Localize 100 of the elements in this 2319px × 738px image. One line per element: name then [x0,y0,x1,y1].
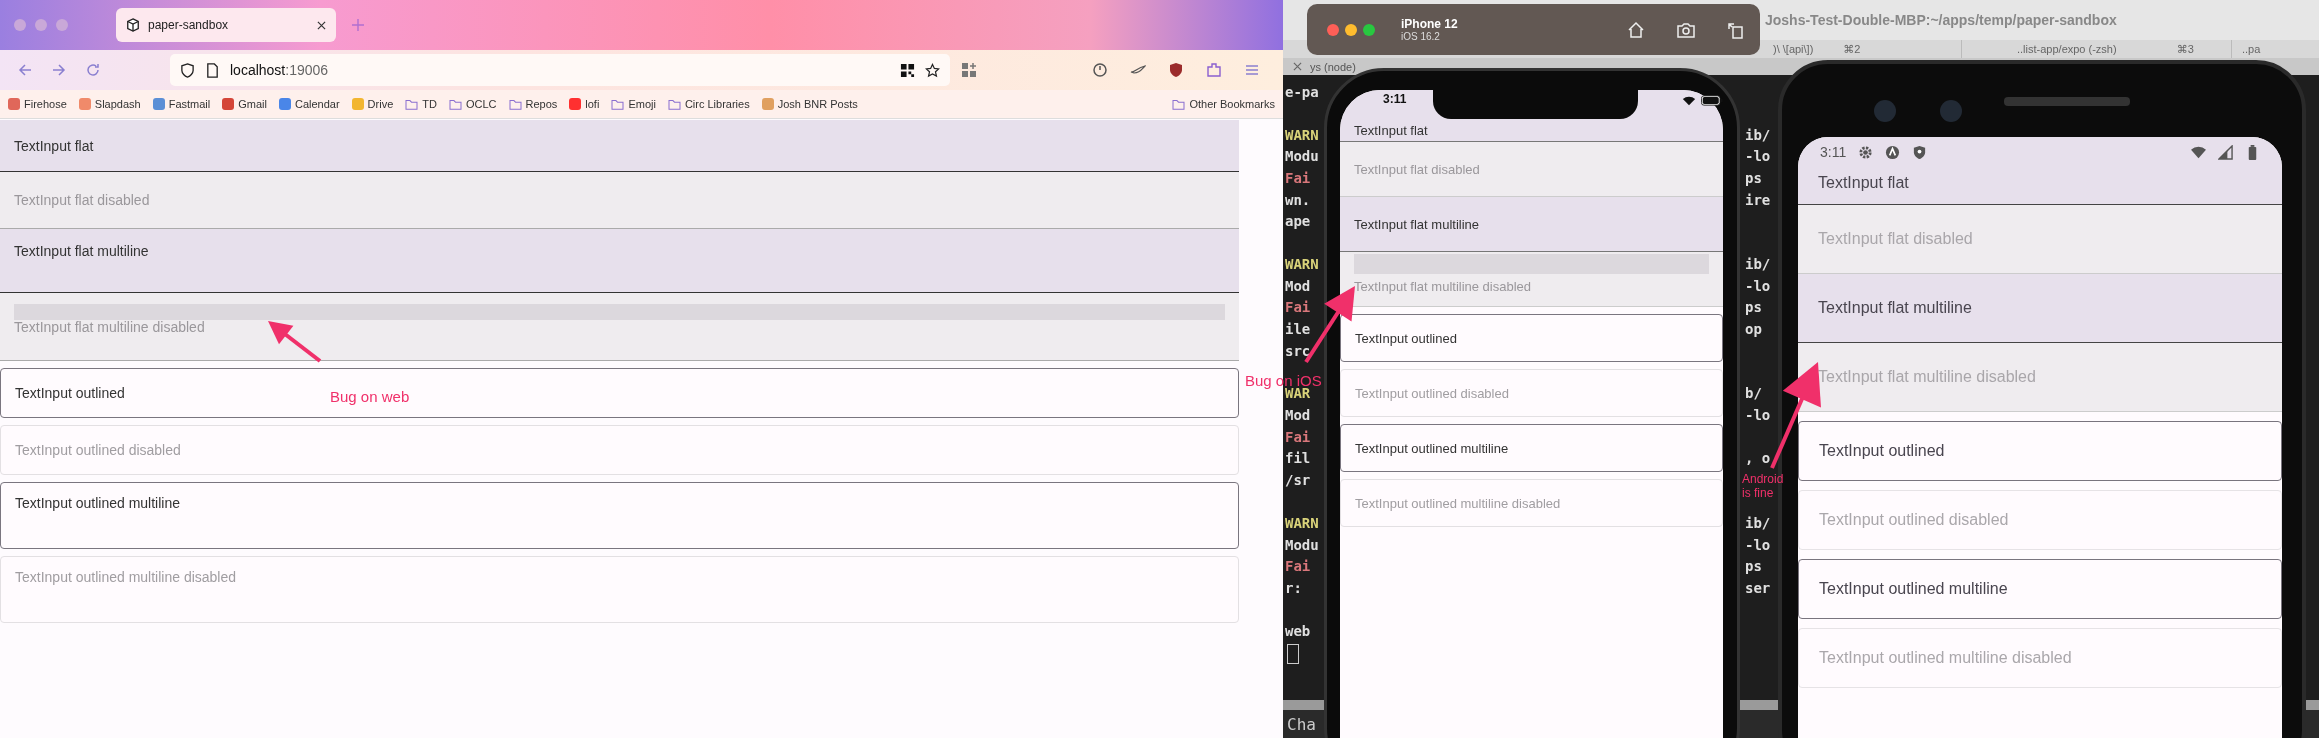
bookmark[interactable]: Repos [508,98,558,110]
grid-plus-icon[interactable] [961,62,977,78]
bookmark[interactable]: Firehose [8,98,67,110]
menu-icon[interactable] [1244,62,1260,78]
shield-icon [1912,144,1928,160]
terminal-text: /sr [1284,472,1311,489]
text-input[interactable]: TextInput flat [0,120,1239,172]
text-input[interactable]: TextInput outlined multiline [1340,424,1723,472]
terminal-text: op [1745,321,1762,338]
bookmark[interactable]: lofi [569,98,600,110]
camera-lens [1874,100,1896,122]
forward-icon[interactable] [51,62,67,78]
text-input[interactable]: TextInput outlined multiline [0,482,1239,549]
folder-icon [611,98,625,110]
terminal-text: WARN [1284,126,1319,143]
text-input[interactable]: TextInput outlined [1798,421,2282,481]
puzzle-icon[interactable] [1206,62,1222,78]
terminal-text: ser [1745,579,1771,596]
text-input[interactable]: TextInput flat multiline [1340,197,1723,252]
reload-icon[interactable] [85,62,101,78]
timer-icon[interactable] [1092,62,1108,78]
zoom-button[interactable] [1363,23,1375,36]
terminal-text: Mod [1284,407,1311,424]
shield-icon[interactable] [1168,62,1184,78]
gear-icon [1858,144,1874,160]
annotation-text: Android is fine [1742,472,1785,500]
bookmark[interactable]: Circ Libraries [667,98,750,110]
signal-icon [2218,144,2233,160]
address-bar[interactable]: localhost:19006 [170,54,950,86]
text-input[interactable]: TextInput outlined multiline [1798,559,2282,619]
browser-tab[interactable]: paper-sandbox [116,8,336,42]
terminal-text: ib/ [1745,255,1771,272]
status-time: 3:11 [1383,92,1407,106]
terminal-text: wn. [1284,191,1311,208]
terminal-text: -lo [1745,148,1771,165]
terminal-text: fil [1284,450,1311,467]
terminal-text: Fai [1284,299,1311,316]
close-button[interactable] [1327,23,1339,36]
terminal-text: Cha [1287,714,1316,734]
bookmark[interactable]: Slapdash [78,98,141,110]
folder-icon [1172,98,1186,110]
bookmark[interactable]: OCLC [448,98,497,110]
terminal-text: WAR [1285,385,1311,402]
terminal-tab[interactable]: )\ \[api\]) ⌘2 [1763,40,1961,58]
terminal-text: ib/ [1745,126,1771,143]
terminal-text: WARN [1284,255,1319,272]
terminal-text: b/ [1745,385,1762,402]
status-time: 3:11 [1820,144,1847,160]
bookmark[interactable]: Josh BNR Posts [761,98,858,110]
terminal-text: Fai [1284,428,1311,445]
terminal-text: -lo [1745,407,1771,424]
terminal-text: -lo [1745,277,1771,294]
terminal-text: ib/ [1745,514,1771,531]
folder-icon [405,98,419,110]
wifi-icon [1682,96,1696,106]
home-icon[interactable] [1626,19,1646,40]
page-icon [205,62,220,78]
terminal-text: web [1284,622,1311,639]
window-title: Joshs-Test-Double-MBP:~/apps/temp/paper-sandbox [1765,12,2117,28]
back-icon[interactable] [17,62,33,78]
terminal-text: -lo [1745,536,1771,553]
terminal-text: ile [1284,321,1311,338]
terminal-text: ape [1284,213,1311,230]
wifi-icon [2191,144,2206,160]
camera-lens [1940,100,1962,122]
close-icon[interactable] [317,20,326,30]
terminal-text: ps [1745,299,1762,316]
annotation-arrow [268,321,322,363]
qr-code-icon[interactable] [900,62,915,78]
annotation-text: Bug on web [330,388,410,405]
bookmark[interactable]: Fastmail [152,98,211,110]
cube-icon [126,18,140,32]
text-input[interactable]: TextInput outlined [1340,314,1723,362]
terminal-cursor [1287,644,1299,665]
terminal-text: ps [1745,169,1762,186]
folder-icon [508,98,522,110]
bookmark[interactable]: Other Bookmarks [1172,98,1275,110]
a-badge-icon [1885,144,1901,160]
terminal-text: ps [1745,558,1762,575]
bookmark[interactable]: Gmail [222,98,267,110]
folder-icon [448,98,462,110]
star-icon[interactable] [925,62,940,78]
bookmark[interactable]: TD [405,98,437,110]
terminal-text: ire [1745,191,1771,208]
terminal-text: WARN [1284,514,1319,531]
terminal-text: src [1284,342,1311,359]
text-input[interactable]: TextInput flat multiline [1798,274,2282,343]
bookmark[interactable]: Calendar [278,98,340,110]
terminal-text: Modu [1284,148,1319,165]
text-input[interactable]: TextInput flat multiline [0,229,1239,293]
terminal-text: , o [1745,450,1771,467]
terminal-text: e-pa [1284,83,1319,100]
terminal-text: Fai [1284,169,1311,186]
os-version: iOS 16.2 [1401,31,1441,42]
bookmark[interactable]: Drive [351,98,394,110]
device-name: iPhone 12 [1401,17,1458,31]
battery-icon [1701,95,1723,106]
bookmark[interactable]: Emoji [611,98,656,110]
minimize-button[interactable] [1345,23,1357,36]
shield-icon [180,62,195,78]
